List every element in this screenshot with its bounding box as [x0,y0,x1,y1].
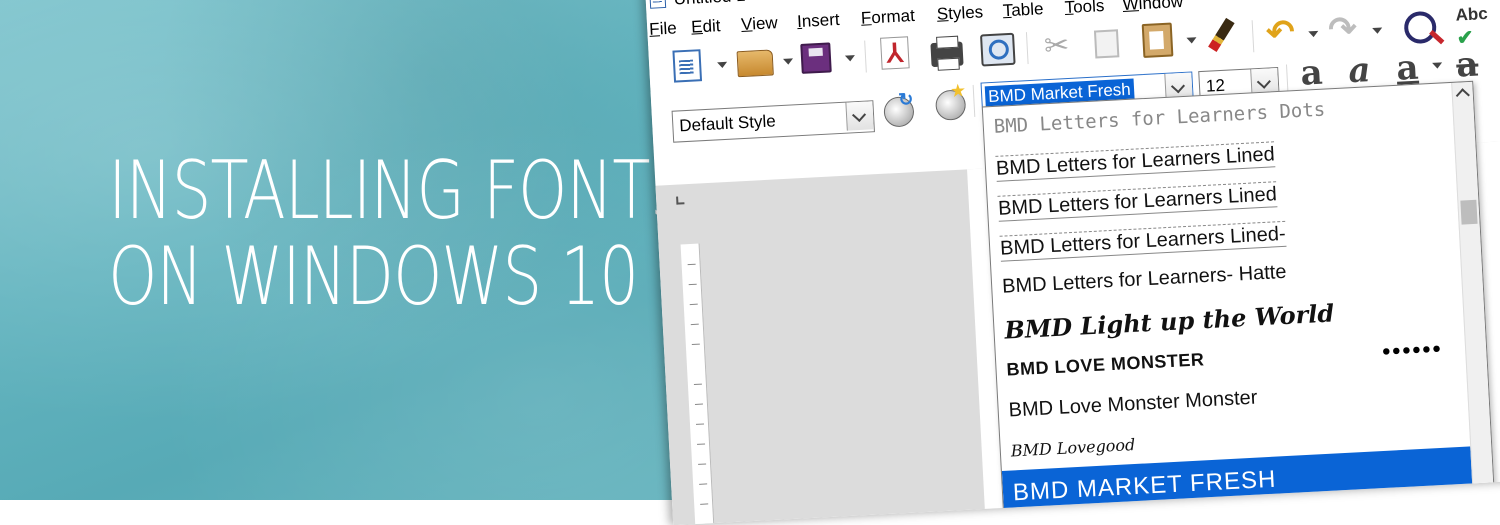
toolbar-separator [864,40,867,73]
vertical-ruler[interactable] [680,243,716,525]
spelling-icon[interactable]: Abc ✔ [1455,3,1489,50]
menu-table[interactable]: Table [1002,0,1044,21]
print-preview-icon[interactable] [979,32,1016,67]
menu-tools[interactable]: Tools [1064,0,1105,18]
banner-title-line-2: ON WINDOWS 10 [108,230,639,323]
ruler-tick [691,343,700,346]
toolbar-separator [1251,20,1255,53]
ruler-tick [699,483,708,485]
strikethrough-icon[interactable]: a [1455,45,1489,86]
scrollbar-thumb[interactable] [1460,199,1478,225]
menu-view[interactable]: View [741,13,779,35]
open-folder-icon[interactable] [736,49,774,78]
print-icon[interactable] [930,41,964,68]
banner-title: INSTALLING FONTS ON WINDOWS 10 [108,144,689,323]
ruler-tick [689,303,698,306]
new-document-icon[interactable] [672,49,703,83]
paragraph-style-value: Default Style [678,111,777,136]
find-replace-icon[interactable] [1403,10,1438,45]
redo-icon[interactable]: ↷ [1327,10,1361,49]
spelling-label: Abc [1455,3,1489,25]
ruler-tick [687,263,696,266]
ruler-corner-icon [676,196,685,205]
font-name-dropdown-list[interactable]: BMD Letters for Learners Dots BMD Letter… [981,80,1496,525]
ruler-tick [690,323,699,326]
italic-icon[interactable]: a [1347,50,1382,91]
undo-dropdown-arrow[interactable] [1308,30,1319,38]
writer-window: Untitled 1 - Libre File Edit View Insert… [645,0,1500,525]
ruler-tick [688,283,697,286]
menu-edit[interactable]: Edit [691,16,721,38]
export-pdf-icon[interactable]: ⅄ [880,36,910,70]
redo-dropdown-arrow[interactable] [1372,27,1383,34]
underline-dropdown-arrow[interactable] [1432,62,1443,69]
save-icon[interactable] [800,42,832,74]
save-dropdown-arrow[interactable] [844,55,856,62]
ruler-tick [697,443,706,445]
toolbar-separator [1025,32,1029,65]
menu-format[interactable]: Format [860,6,915,29]
copy-icon[interactable] [1093,29,1120,59]
menu-insert[interactable]: Insert [797,10,841,32]
toolbar-separator [972,84,976,117]
paste-icon[interactable] [1141,22,1174,59]
clone-formatting-icon[interactable] [1208,17,1235,52]
ruler-tick [695,423,705,425]
monster-glyph-preview: ●●●●●● [1381,339,1443,360]
new-style-icon[interactable] [934,89,967,121]
banner-background: INSTALLING FONTS ON WINDOWS 10 [0,0,720,500]
menu-styles[interactable]: Styles [936,2,983,24]
banner-title-line-1: INSTALLING FONTS [108,144,689,237]
underline-icon[interactable]: a [1395,48,1430,89]
writer-doc-icon [649,0,667,9]
undo-icon[interactable]: ↶ [1265,13,1300,52]
paste-dropdown-arrow[interactable] [1186,37,1197,44]
cut-icon[interactable]: ✂ [1040,29,1074,64]
bold-icon[interactable]: a [1299,53,1334,94]
ruler-tick [698,463,707,465]
ruler-tick [693,383,702,385]
update-style-icon[interactable] [883,96,915,128]
ruler-tick [694,403,703,405]
paragraph-style-combo[interactable]: Default Style [671,100,875,143]
open-dropdown-arrow[interactable] [783,58,794,65]
scroll-up-icon[interactable] [1455,88,1470,103]
chevron-down-icon[interactable] [845,101,874,131]
menu-file[interactable]: File [649,18,677,39]
ruler-tick [700,503,709,505]
new-dropdown-arrow[interactable] [717,61,728,69]
menu-window[interactable]: Window [1122,0,1183,15]
